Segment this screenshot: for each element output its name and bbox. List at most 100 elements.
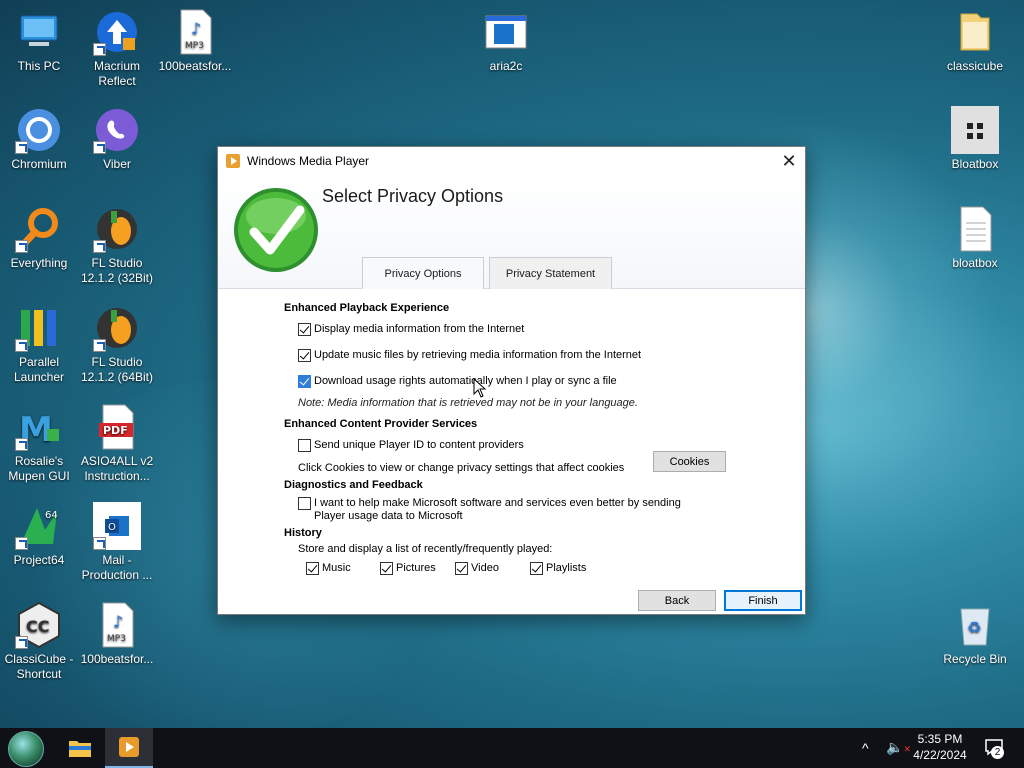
desktop-icon-100beats-1[interactable]: ♪ MP3 100beatsfor... [156,8,234,74]
tab-privacy-options[interactable]: Privacy Options [362,257,484,289]
tab-privacy-statement[interactable]: Privacy Statement [489,257,612,289]
option-label: I want to help make Microsoft software a… [314,497,681,523]
application-window-icon [482,8,530,56]
checkbox[interactable] [298,439,311,452]
volume-muted-icon[interactable]: 🔈✕ [886,739,911,756]
desktop-icon-fl-studio-32[interactable]: FL Studio 12.1.2 (32Bit) [78,205,156,286]
media-info-note: Note: Media information that is retrieve… [298,397,638,409]
icon-label: FL Studio 12.1.2 (64Bit) [80,355,154,384]
svg-text:MP3: MP3 [185,41,204,51]
section-heading-playback: Enhanced Playback Experience [284,302,450,314]
option-display-media-info[interactable]: Display media information from the Inter… [298,323,524,336]
svg-text:PDF: PDF [103,424,128,437]
checkbox[interactable] [530,562,543,575]
svg-text:♪: ♪ [113,612,123,631]
desktop-icon-this-pc[interactable]: This PC [0,8,78,74]
shortcut-arrow-icon [15,141,28,154]
mp3-file-icon: ♪ MP3 [171,8,219,56]
icon-label: Project64 [13,553,65,567]
option-download-usage-rights[interactable]: Download usage rights automatically when… [298,375,617,388]
dialog-titlebar[interactable]: Windows Media Player [218,147,805,175]
option-label: Pictures [396,562,436,574]
back-button[interactable]: Back [638,590,716,611]
option-label: Playlists [546,562,587,574]
icon-label: ClassiCube - Shortcut [4,652,74,681]
checkbox[interactable] [380,562,393,575]
desktop-icon-bloatbox-app[interactable]: Bloatbox [936,106,1014,172]
option-send-player-id[interactable]: Send unique Player ID to content provide… [298,439,524,452]
start-button[interactable] [8,731,44,767]
option-update-music-files[interactable]: Update music files by retrieving media i… [298,349,641,362]
desktop-icon-aria2c[interactable]: aria2c [467,8,545,74]
checkbox[interactable] [298,497,311,510]
shortcut-arrow-icon [93,43,106,56]
desktop-icon-viber[interactable]: Viber [78,106,156,172]
desktop-icon-macrium-reflect[interactable]: Macrium Reflect [78,8,156,89]
checkbox[interactable] [298,323,311,336]
icon-label: 100beatsfor... [158,59,232,73]
option-label: Update music files by retrieving media i… [314,349,642,361]
desktop-icon-fl-studio-64[interactable]: FL Studio 12.1.2 (64Bit) [78,304,156,385]
desktop-icon-mail-production[interactable]: O Mail - Production ... [78,502,156,583]
taskbar-file-explorer[interactable] [56,728,104,768]
taskbar-windows-media-player[interactable] [105,728,153,768]
icon-label: This PC [17,59,61,73]
desktop-icon-everything[interactable]: Everything [0,205,78,271]
icon-label: FL Studio 12.1.2 (32Bit) [80,256,154,285]
icon-label: classicube [946,59,1004,73]
windows-media-player-icon [226,154,240,168]
windows-media-player-icon [119,737,139,757]
desktop-icon-parallel-launcher[interactable]: Parallel Launcher [0,304,78,385]
desktop-icon-bloatbox-file[interactable]: bloatbox [936,205,1014,271]
close-button[interactable]: ✕ [773,147,805,175]
finish-button[interactable]: Finish [724,590,802,611]
option-label: Send unique Player ID to content provide… [314,439,524,451]
icon-label: Viber [103,157,131,171]
shortcut-arrow-icon [15,438,28,451]
option-send-usage-data[interactable]: I want to help make Microsoft software a… [298,497,681,523]
svg-text:♪: ♪ [191,19,201,38]
desktop-icon-asio4all[interactable]: PDF ASIO4ALL v2 Instruction... [78,403,156,484]
svg-text:CC: CC [26,617,49,636]
section-heading-diagnostics: Diagnostics and Feedback [284,479,423,491]
page-title: Select Privacy Options [322,186,504,206]
desktop-icon-classicube-shortcut[interactable]: CC ClassiCube - Shortcut [0,601,78,682]
button-label: Finish [748,594,778,607]
desktop-icon-project64[interactable]: 64 Project64 [0,502,78,568]
option-history-video[interactable]: Video [455,562,499,575]
desktop-icon-100beats-2[interactable]: ♪ MP3 100beatsfor... [78,601,156,667]
icon-label: Bloatbox [951,157,999,171]
pdf-file-icon: PDF [93,403,141,451]
macrium-icon [93,8,141,56]
notification-center-button[interactable]: 2 [982,738,1006,760]
recycle-bin-icon: ♻ [951,601,999,649]
fl-studio-icon [93,304,141,352]
option-label: Download usage rights automatically when… [314,375,617,387]
option-label-line-2: Player usage data to Microsoft [314,510,463,522]
show-hidden-icons-chevron-icon[interactable]: ^ [862,740,869,756]
section-heading-content-provider: Enhanced Content Provider Services [284,418,478,430]
option-history-playlists[interactable]: Playlists [530,562,586,575]
section-heading-history: History [284,527,322,539]
checkbox[interactable] [298,375,311,388]
checkbox[interactable] [306,562,319,575]
clock[interactable]: 5:35 PM 4/22/2024 [910,732,970,762]
project64-icon: 64 [15,502,63,550]
icon-label: ASIO4ALL v2 Instruction... [80,454,154,483]
cookies-button[interactable]: Cookies [653,451,726,472]
dialog-title: Windows Media Player [247,154,370,168]
option-history-pictures[interactable]: Pictures [380,562,436,575]
parallel-launcher-icon [15,304,63,352]
desktop-icon-rosalies-mupen[interactable]: M Rosalie's Mupen GUI [0,403,78,484]
shortcut-arrow-icon [93,537,106,550]
outlook-mail-icon: O [93,502,141,550]
checkbox[interactable] [455,562,468,575]
desktop-icon-classicube-folder[interactable]: classicube [936,8,1014,74]
option-history-music[interactable]: Music [306,562,351,575]
desktop-icon-recycle-bin[interactable]: ♻ Recycle Bin [936,601,1014,667]
green-checkmark-icon [232,186,320,274]
icon-label: Everything [10,256,68,270]
desktop-icon-chromium[interactable]: Chromium [0,106,78,172]
checkbox[interactable] [298,349,311,362]
tab-label: Privacy Statement [505,267,596,280]
